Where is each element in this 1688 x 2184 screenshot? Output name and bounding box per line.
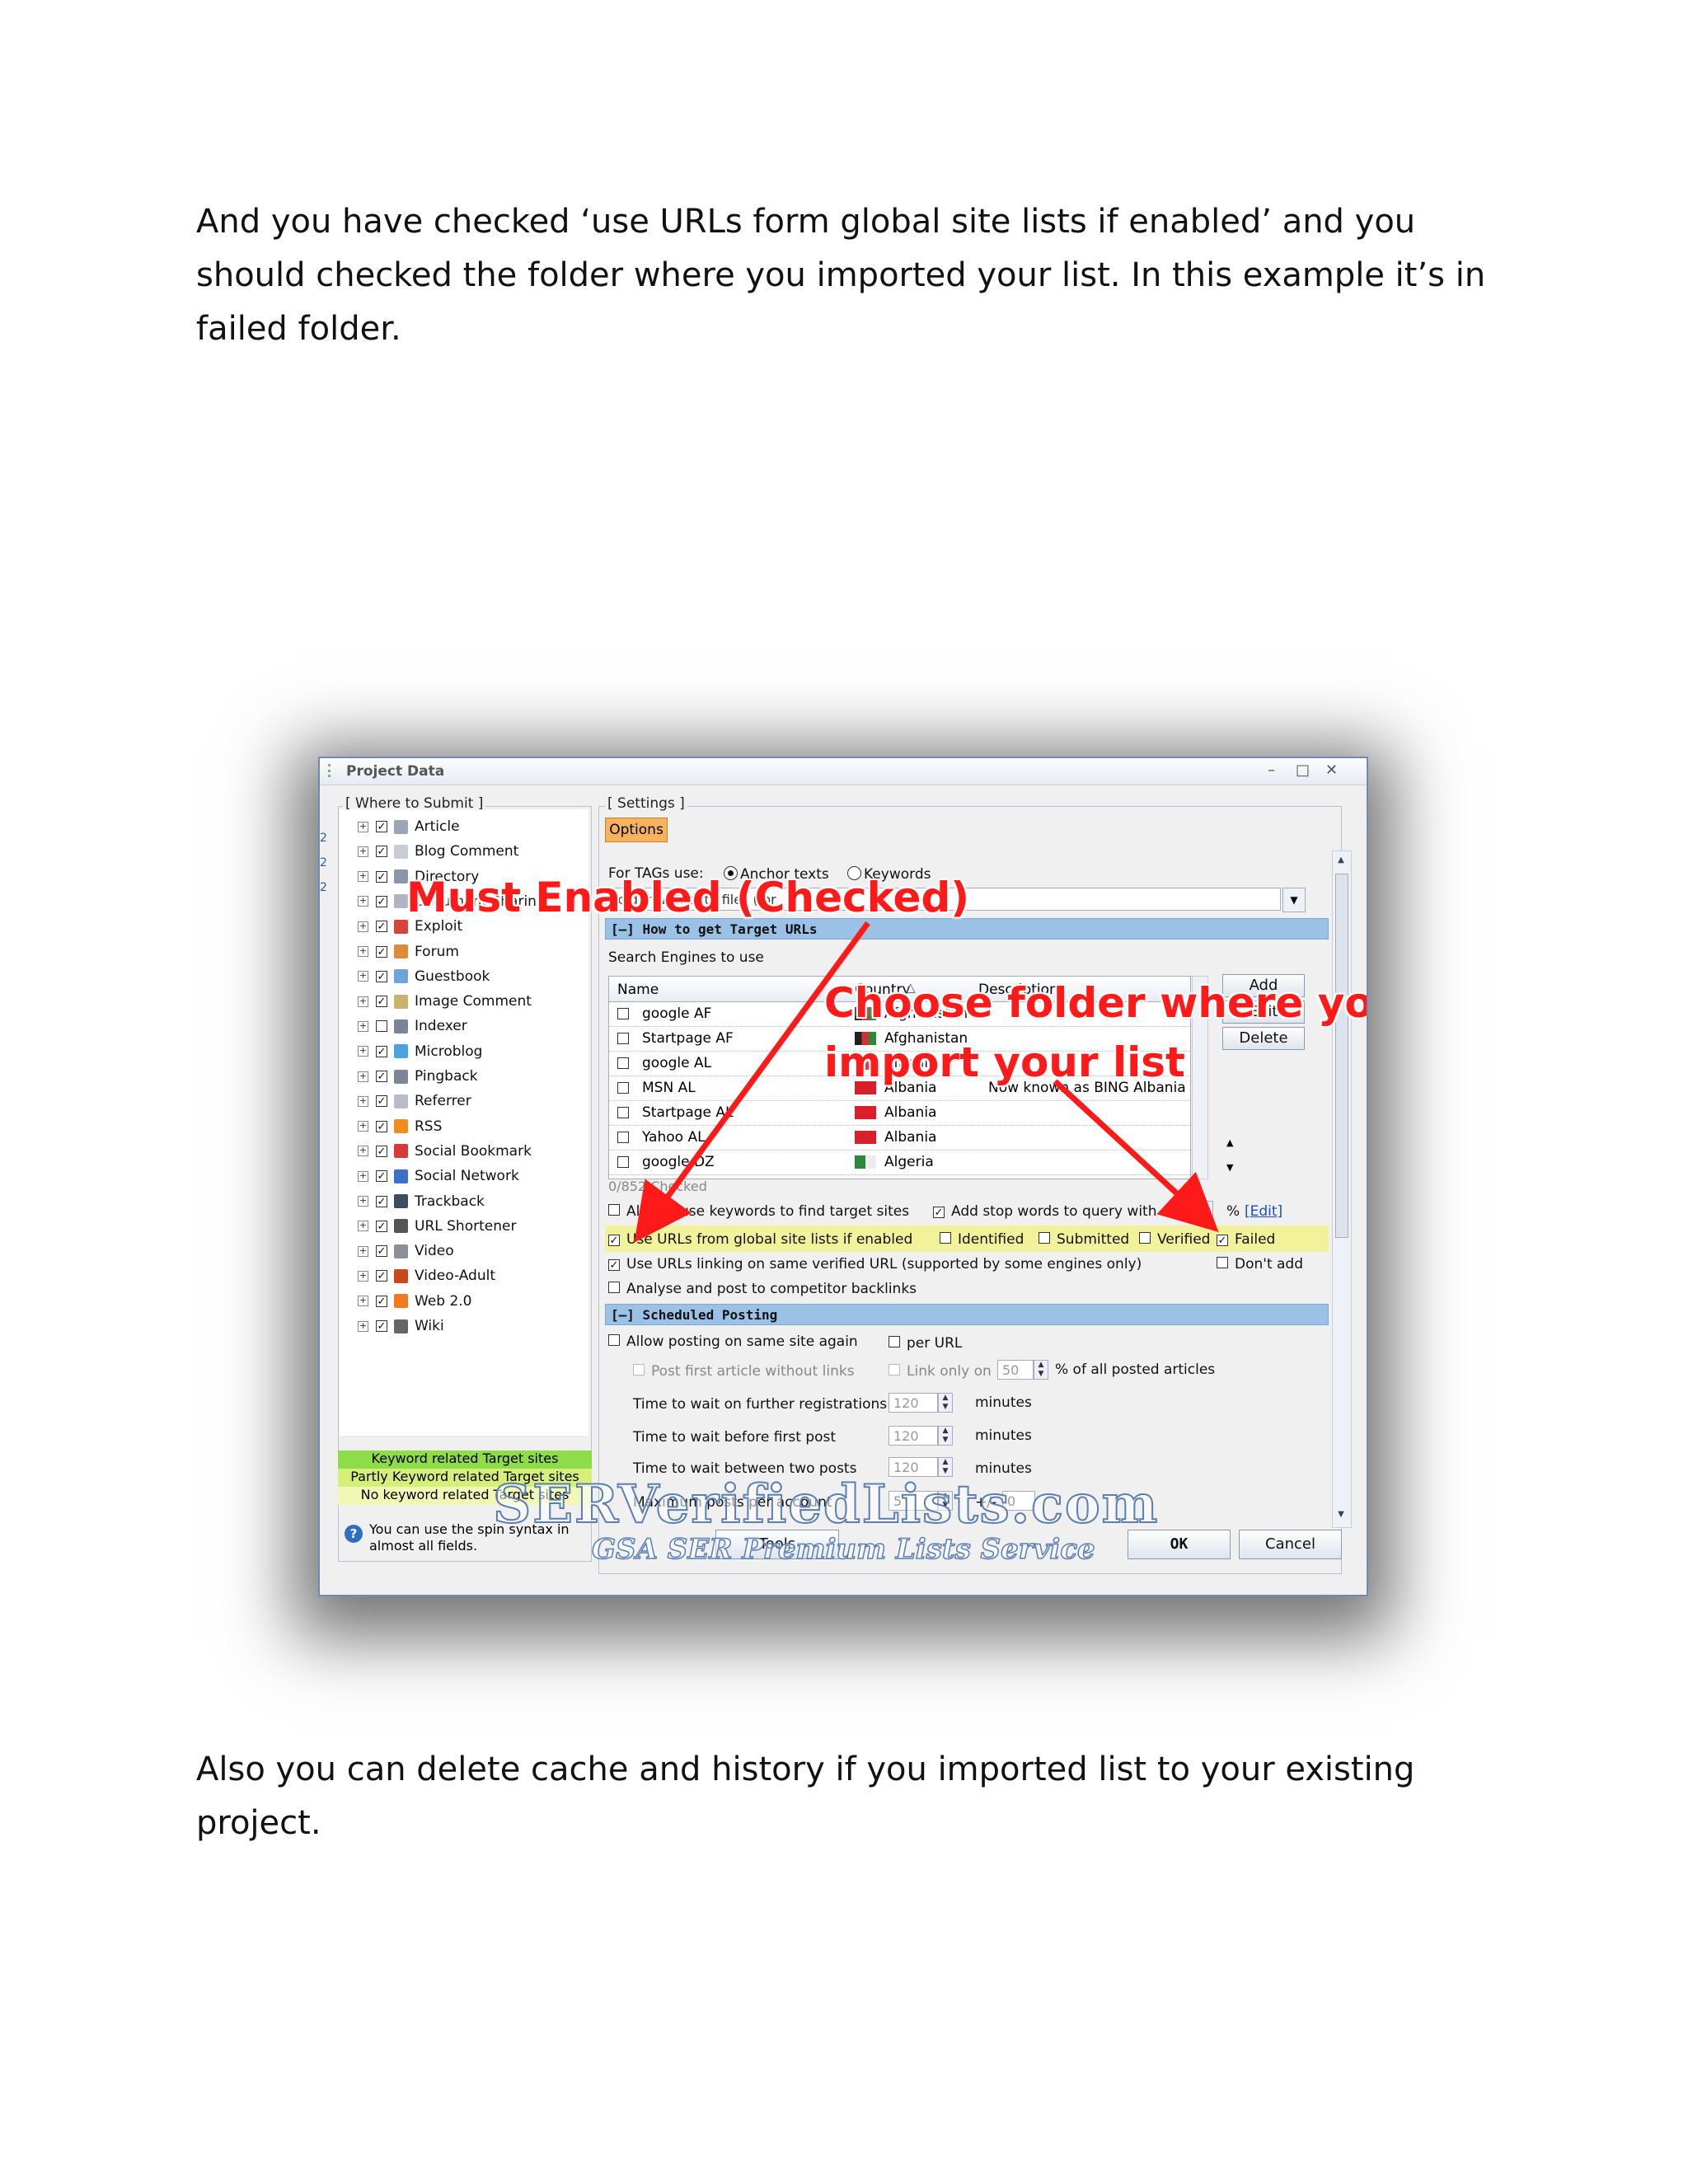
paragraph-outro: Also you can delete cache and history if… bbox=[196, 1750, 1415, 1842]
annotation-choose-folder-line2: import your list bbox=[824, 1038, 1185, 1086]
project-data-window: Project Data – □ ✕ 222 [ Where to Submit… bbox=[318, 757, 1368, 1596]
annotation-must-enabled: Must Enabled (Checked) bbox=[406, 874, 970, 921]
arrow-to-failed bbox=[1053, 1079, 1219, 1232]
watermark-sub: GSA SER Premium Lists Service bbox=[591, 1532, 1095, 1567]
watermark-main: SERVerifiedLists.com bbox=[492, 1473, 1160, 1536]
paragraph-intro: And you have checked ‘use URLs form glob… bbox=[196, 203, 1486, 348]
annotation-choose-folder-line1: Choose folder where you bbox=[824, 979, 1368, 1027]
